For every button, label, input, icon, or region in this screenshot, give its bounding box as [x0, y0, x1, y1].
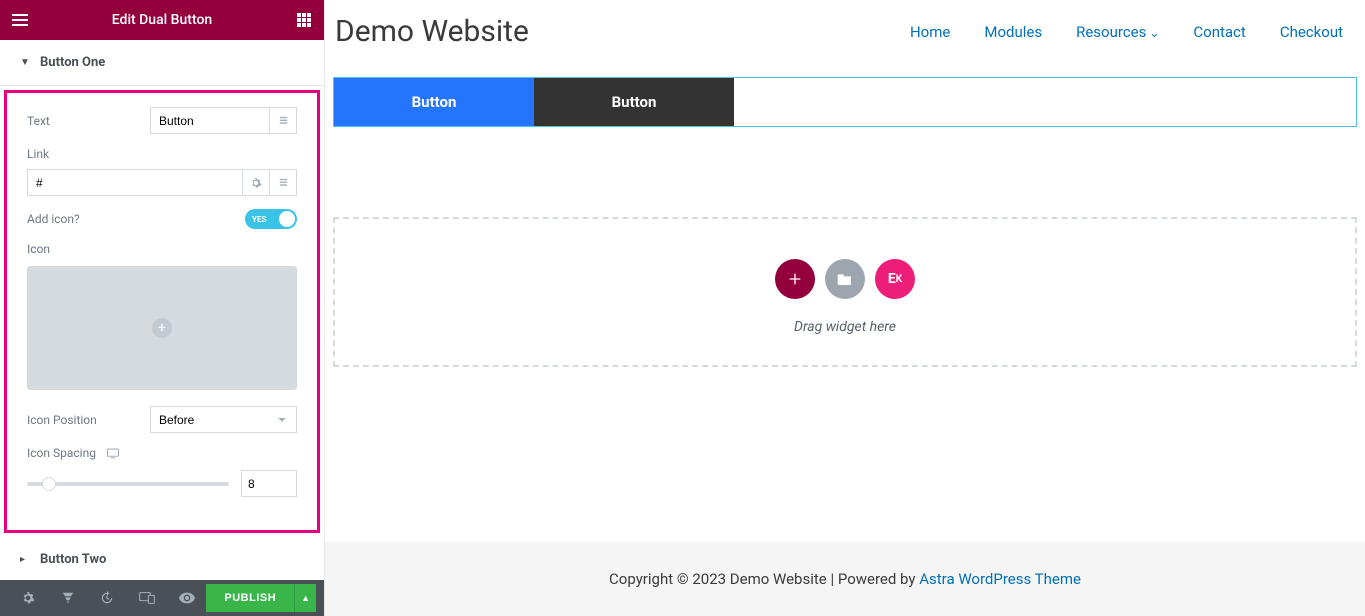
plus-circle-icon: + [152, 318, 172, 338]
dynamic-tags-link-icon[interactable] [270, 169, 297, 196]
caret-down-icon: ▼ [20, 57, 30, 68]
icon-position-label: Icon Position [27, 413, 97, 427]
template-library-button[interactable] [825, 259, 865, 299]
panel-header: Edit Dual Button [0, 0, 324, 40]
site-title: Demo Website [335, 14, 529, 49]
footer-theme-link[interactable]: Astra WordPress Theme [919, 570, 1081, 588]
icon-spacing-slider[interactable] [27, 482, 229, 486]
panel-footer: PUBLISH ▲ [0, 580, 324, 616]
icon-label: Icon [27, 242, 297, 256]
drop-zone-text: Drag widget here [335, 319, 1355, 335]
navigator-icon[interactable] [48, 580, 88, 616]
responsive-icon[interactable] [127, 580, 167, 616]
nav-contact[interactable]: Contact [1193, 23, 1245, 41]
nav-home[interactable]: Home [910, 23, 950, 41]
link-label: Link [27, 147, 297, 161]
dynamic-tags-icon[interactable] [270, 107, 297, 134]
hamburger-icon[interactable] [10, 10, 30, 30]
icon-spacing-input[interactable] [241, 470, 297, 497]
icon-position-select[interactable]: Before [150, 406, 297, 433]
publish-options-button[interactable]: ▲ [294, 584, 316, 612]
text-label: Text [27, 114, 50, 128]
icon-picker[interactable]: + [27, 266, 297, 390]
add-icon-toggle[interactable]: YES [245, 209, 297, 229]
add-section-button[interactable] [775, 259, 815, 299]
section-button-one[interactable]: ▼ Button One [0, 40, 324, 86]
section-button-one-body: Text Link [4, 90, 320, 533]
section-label: Button Two [40, 552, 106, 567]
dual-button-widget[interactable]: Button Button [333, 77, 1357, 127]
main-nav: Home Modules Resources Contact Checkout [910, 23, 1343, 41]
site-header: Demo Website Home Modules Resources Cont… [325, 0, 1365, 63]
link-options-icon[interactable] [243, 169, 270, 196]
panel-title: Edit Dual Button [30, 12, 294, 28]
button-two[interactable]: Button [534, 78, 734, 126]
link-input[interactable] [27, 169, 243, 196]
icon-spacing-label: Icon Spacing [27, 446, 96, 460]
add-icon-label: Add icon? [27, 212, 80, 226]
section-button-two[interactable]: ▸ Button Two [0, 537, 324, 580]
toggle-knob [279, 211, 295, 227]
nav-resources[interactable]: Resources [1076, 23, 1159, 41]
publish-button[interactable]: PUBLISH [206, 584, 294, 612]
section-label: Button One [40, 55, 105, 70]
nav-checkout[interactable]: Checkout [1280, 23, 1343, 41]
footer-text: Copyright © 2023 Demo Website | Powered … [609, 570, 919, 588]
widgets-grid-icon[interactable] [294, 10, 314, 30]
button-one[interactable]: Button [334, 78, 534, 126]
nav-modules[interactable]: Modules [984, 23, 1042, 41]
history-icon[interactable] [87, 580, 127, 616]
responsive-desktop-icon[interactable] [106, 448, 120, 459]
toggle-text: YES [252, 215, 266, 224]
preview-eye-icon[interactable] [167, 580, 207, 616]
text-input[interactable] [150, 107, 270, 134]
drop-zone[interactable]: EK Drag widget here [333, 217, 1357, 367]
site-footer: Copyright © 2023 Demo Website | Powered … [325, 542, 1365, 616]
elements-kit-button[interactable]: EK [875, 259, 915, 299]
caret-right-icon: ▸ [20, 554, 30, 565]
settings-icon[interactable] [8, 580, 48, 616]
